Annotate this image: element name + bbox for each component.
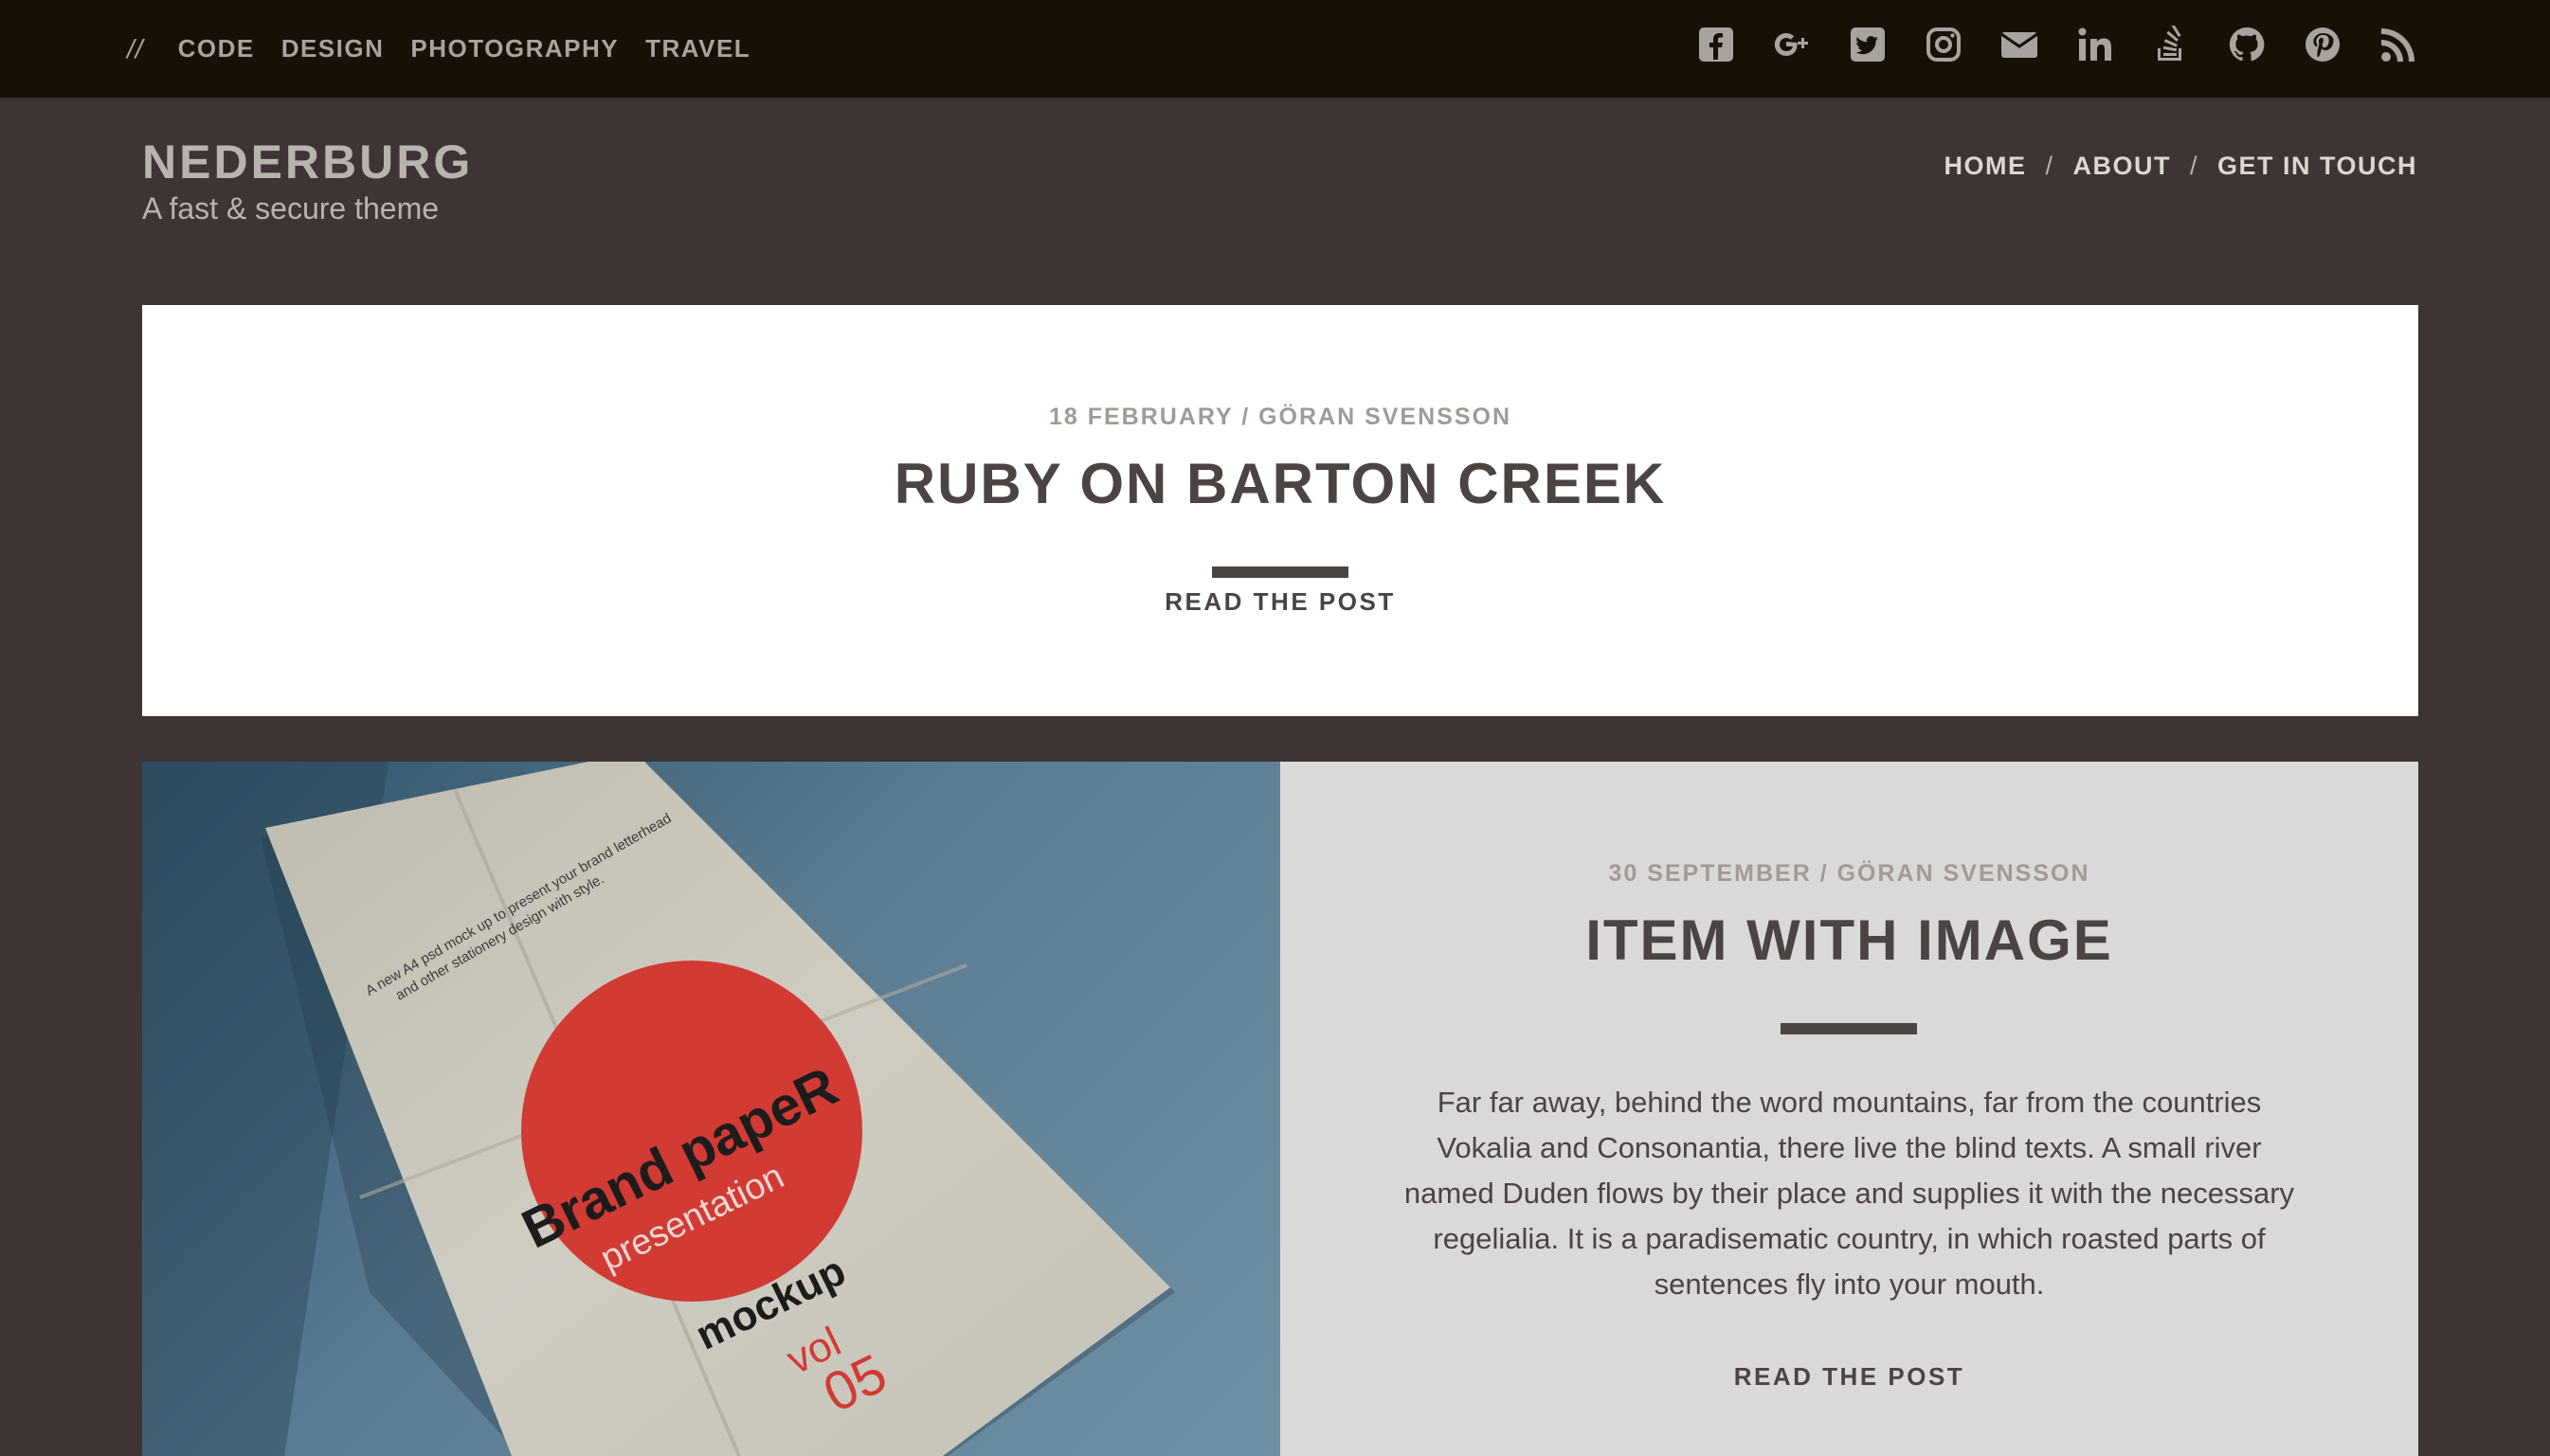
category-link-design[interactable]: DESIGN	[281, 34, 385, 63]
category-link-photography[interactable]: PHOTOGRAPHY	[410, 34, 619, 63]
nav-contact-link[interactable]: GET IN TOUCH	[2217, 152, 2417, 181]
main-nav: HOME / ABOUT / GET IN TOUCH	[1944, 152, 2417, 181]
nav-separator: /	[2045, 152, 2054, 180]
linkedin-icon[interactable]	[2076, 26, 2114, 63]
post-card: 18 FEBRUARY / GÖRAN SVENSSON RUBY ON BAR…	[142, 305, 2418, 716]
post-excerpt: Far far away, behind the word mountains,…	[1403, 1086, 2295, 1301]
category-link-travel[interactable]: TRAVEL	[645, 34, 751, 63]
github-icon[interactable]	[2228, 26, 2266, 63]
post-meta: 30 SEPTEMBER / GÖRAN SVENSSON	[1608, 860, 2090, 887]
twitter-icon[interactable]	[1849, 26, 1887, 63]
post-thumbnail[interactable]: A new A4 psd mock up to present your bra…	[142, 762, 1280, 1456]
slashes-mark: //	[127, 33, 144, 63]
pinterest-icon[interactable]	[2304, 26, 2342, 63]
google-plus-icon[interactable]	[1773, 26, 1811, 63]
site-tagline: A fast & secure theme	[142, 191, 440, 225]
facebook-icon[interactable]	[1697, 26, 1735, 63]
title-divider	[1212, 566, 1348, 578]
post-meta: 18 FEBRUARY / GÖRAN SVENSSON	[1048, 404, 1512, 430]
instagram-icon[interactable]	[1925, 26, 1962, 63]
post-title[interactable]: ITEM WITH IMAGE	[1280, 908, 2418, 973]
nav-home-link[interactable]: HOME	[1944, 152, 2026, 181]
site-title[interactable]: NEDERBURG	[142, 135, 473, 189]
stackoverflow-icon[interactable]	[2152, 25, 2190, 63]
social-links	[1697, 0, 2417, 88]
rss-icon[interactable]	[2379, 26, 2417, 63]
top-bar: // CODE DESIGN PHOTOGRAPHY TRAVEL	[0, 0, 2550, 98]
read-post-link[interactable]: READ THE POST	[142, 587, 2418, 617]
nav-separator: /	[2189, 152, 2198, 180]
post-card-with-image: A new A4 psd mock up to present your bra…	[142, 762, 2418, 1456]
category-link-code[interactable]: CODE	[178, 34, 255, 63]
site-branding: NEDERBURG A fast & secure theme	[142, 135, 473, 226]
nav-about-link[interactable]: ABOUT	[2072, 152, 2171, 181]
title-divider	[1781, 1023, 1917, 1034]
category-nav: // CODE DESIGN PHOTOGRAPHY TRAVEL	[127, 0, 777, 98]
email-icon[interactable]	[2000, 26, 2038, 63]
post-content: 30 SEPTEMBER / GÖRAN SVENSSON ITEM WITH …	[1280, 762, 2418, 1456]
read-post-link[interactable]: READ THE POST	[1280, 1362, 2418, 1392]
post-title[interactable]: RUBY ON BARTON CREEK	[142, 451, 2418, 516]
